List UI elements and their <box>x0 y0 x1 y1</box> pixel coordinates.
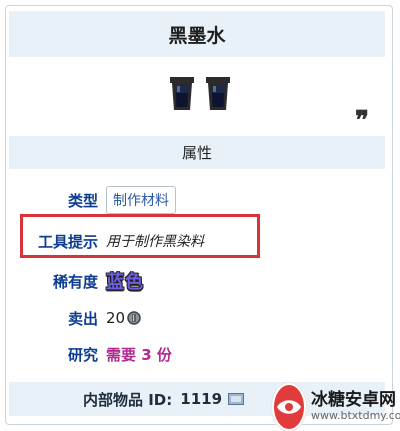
silver-coin-icon <box>127 311 141 325</box>
tooltip-value: 用于制作黑染料 <box>106 234 204 250</box>
tooltip-label[interactable]: 工具提示 <box>0 231 106 252</box>
attribute-row-type: 类型 制作材料 <box>0 185 400 215</box>
attribute-row-rarity: 稀有度 蓝色 <box>0 266 400 296</box>
internal-id-value: 1119 <box>180 390 223 408</box>
watermark-text: 冰糖安卓网 www.btxtdmy.com <box>311 389 400 422</box>
ink-bottle-icon[interactable] <box>168 76 196 112</box>
attribute-row-sell: 卖出 20 <box>0 303 400 333</box>
sell-label[interactable]: 卖出 <box>0 308 106 329</box>
type-label[interactable]: 类型 <box>0 190 106 211</box>
item-title-bar: 黑墨水 <box>9 11 385 57</box>
quote-icon[interactable]: ❞ <box>355 108 369 134</box>
research-label[interactable]: 研究 <box>0 344 106 365</box>
sell-value-group: 20 <box>106 309 141 327</box>
type-value-chip[interactable]: 制作材料 <box>106 186 176 214</box>
rarity-label[interactable]: 稀有度 <box>0 271 106 292</box>
section-header-attributes: 属性 <box>9 136 385 169</box>
internal-id-label: 内部物品 ID: <box>83 390 173 409</box>
sell-value: 20 <box>106 309 126 327</box>
rarity-value: 蓝色 <box>106 272 144 293</box>
research-value: 需要 3 份 <box>106 345 172 364</box>
watermark-logo-icon <box>272 382 306 431</box>
item-title: 黑墨水 <box>168 24 226 47</box>
ink-bottle-icon[interactable] <box>204 76 232 112</box>
watermark-url: www.btxtdmy.com <box>311 408 400 422</box>
watermark: 冰糖安卓网 www.btxtdmy.com <box>272 382 400 431</box>
map-icon[interactable] <box>228 393 245 405</box>
watermark-title: 冰糖安卓网 <box>311 389 396 410</box>
attribute-row-tooltip: 工具提示 用于制作黑染料 <box>0 226 400 256</box>
section-title: 属性 <box>181 144 212 162</box>
item-images <box>160 76 240 116</box>
attribute-row-research: 研究 需要 3 份 <box>0 339 400 369</box>
